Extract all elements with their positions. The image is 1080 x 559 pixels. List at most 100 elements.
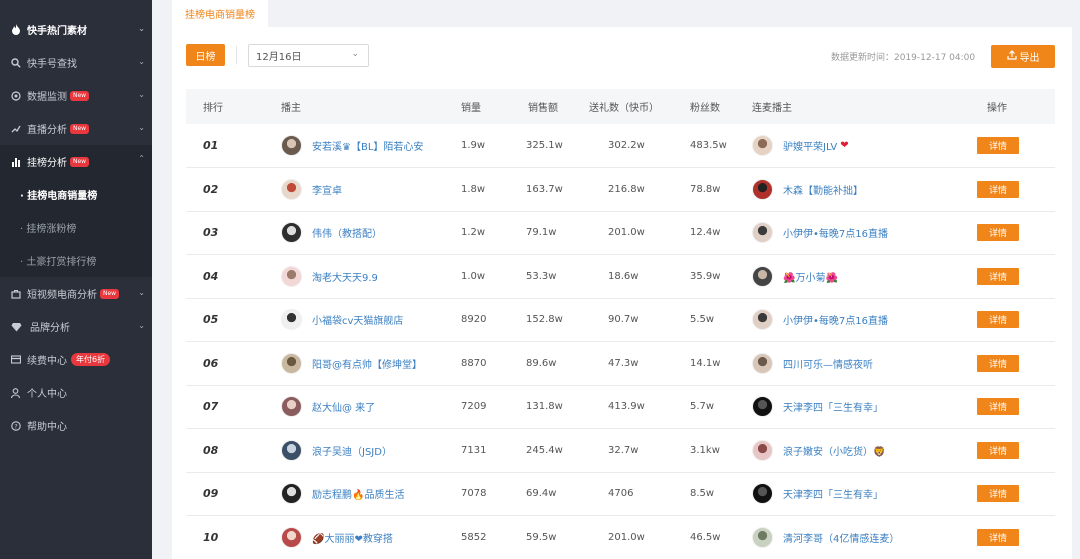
host-name-link[interactable]: 励志程鹏🔥品质生活 <box>312 486 404 501</box>
detail-button[interactable]: 详情 <box>977 354 1019 372</box>
trend-icon <box>10 123 22 135</box>
host-cell[interactable]: 励志程鹏🔥品质生活 <box>281 472 404 515</box>
sidebar-subitem-fans-rank[interactable]: · 挂榜涨粉榜 <box>0 211 152 244</box>
partner-name-link[interactable]: 木森【勤能补拙】 <box>783 182 863 197</box>
sidebar-item-profile[interactable]: 个人中心 <box>0 376 152 409</box>
fans-cell: 5.5w <box>690 314 715 325</box>
sidebar-item-label: 续费中心 <box>27 356 67 367</box>
monitor-icon <box>10 90 22 102</box>
avatar <box>281 439 302 461</box>
main-panel: 日榜 12月16日 ⌄ 数据更新时间：2019-12-17 04:00 导出 排… <box>172 27 1072 559</box>
detail-button[interactable]: 详情 <box>977 311 1019 328</box>
sidebar-subitem-sales-rank[interactable]: · 挂榜电商销量榜 <box>0 178 152 211</box>
host-name-link[interactable]: 伟伟（教搭配） <box>312 225 382 240</box>
host-name-link[interactable]: 淘老大天天9.9 <box>312 269 378 284</box>
header-action: 操作 <box>987 103 1007 114</box>
partner-cell[interactable]: 木森【勤能补拙】 <box>752 168 866 211</box>
host-cell[interactable]: 淘老大天天9.9 <box>281 255 378 298</box>
host-name-link[interactable]: 安若溪♛【BL】陌若心安 <box>312 138 423 153</box>
detail-button[interactable]: 详情 <box>977 441 1019 459</box>
fans-cell: 78.8w <box>690 183 721 195</box>
export-button[interactable]: 导出 <box>991 45 1055 68</box>
sidebar-subitem-tips-rank[interactable]: · 土豪打赏排行榜 <box>0 244 152 277</box>
detail-button[interactable]: 详情 <box>977 137 1019 154</box>
partner-name-link[interactable]: 小伊伊•每晚7点16直播 <box>783 225 888 240</box>
sidebar-item-brand[interactable]: 品牌分析 ⌄ <box>0 310 152 343</box>
host-name-link[interactable]: 阳哥@有点帅【修坤堂】 <box>312 356 422 371</box>
sales-cell: 1.2w <box>461 227 486 238</box>
sales-cell: 7078 <box>461 488 487 499</box>
host-cell[interactable]: 安若溪♛【BL】陌若心安 <box>281 124 423 167</box>
host-cell[interactable]: 小福袋cv天猫旗舰店 <box>281 298 403 341</box>
detail-button[interactable]: 详情 <box>977 180 1019 198</box>
partner-cell[interactable]: 清河李哥（4亿情感连麦） <box>752 516 902 559</box>
table-row: 08 浪子吴迪（JSJD） 7131 245.4w 32.7w 3.1kw 浪子嫩安（小吃货… <box>186 429 1055 473</box>
table-row: 01 安若溪♛【BL】陌若心安 1.9w 325.1w 302.2w 483.5w 驴嫂平荣… <box>186 124 1055 168</box>
detail-button[interactable]: 详情 <box>977 267 1019 285</box>
user-icon <box>10 387 22 399</box>
host-name-link[interactable]: 小福袋cv天猫旗舰店 <box>312 312 403 327</box>
avatar <box>752 135 773 156</box>
partner-cell[interactable]: 天津李四「三生有幸」 <box>752 385 886 428</box>
date-select[interactable]: 12月16日 ⌄ <box>248 44 369 67</box>
sidebar-item-label: 挂榜分析 <box>27 158 67 169</box>
sidebar-item-video-ecommerce[interactable]: 短视频电商分析 New ⌄ <box>0 277 152 310</box>
detail-button[interactable]: 详情 <box>977 224 1019 241</box>
detail-button[interactable]: 详情 <box>977 528 1019 546</box>
rank-cell: 04 <box>203 269 219 283</box>
host-name-link[interactable]: 李宣卓 <box>312 182 342 197</box>
gifts-cell: 90.7w <box>608 314 639 325</box>
sales-cell: 5852 <box>461 531 487 543</box>
partner-name-link[interactable]: 清河李哥（4亿情感连麦） <box>783 530 899 545</box>
partner-cell[interactable]: 四川可乐—情感夜听 <box>752 342 876 385</box>
host-cell[interactable]: 🏈大丽丽❤教穿搭 <box>281 516 393 559</box>
fans-cell: 8.5w <box>690 488 715 499</box>
host-name-link[interactable]: 赵大仙@ 来了 <box>312 399 375 414</box>
detail-button[interactable]: 详情 <box>977 485 1019 502</box>
sidebar-item-search[interactable]: 快手号查找 ⌄ <box>0 46 152 79</box>
rank-cell: 08 <box>203 443 219 457</box>
sidebar-item-label: 帮助中心 <box>27 422 67 433</box>
host-name-link[interactable]: 🏈大丽丽❤教穿搭 <box>312 530 393 545</box>
partner-name-link[interactable]: 四川可乐—情感夜听 <box>783 356 873 371</box>
partner-name-link[interactable]: 小伊伊•每晚7点16直播 <box>783 312 888 327</box>
partner-cell[interactable]: 浪子嫩安（小吃货）🦁 <box>752 429 888 472</box>
rank-cell: 06 <box>203 356 219 370</box>
partner-name-link[interactable]: 驴嫂平荣JLV <box>783 138 837 153</box>
partner-cell[interactable]: 驴嫂平荣JLV ❤ <box>752 124 849 167</box>
export-icon <box>1006 50 1017 63</box>
sidebar-item-renewal[interactable]: 续费中心 年付6折 <box>0 343 152 376</box>
host-cell[interactable]: 赵大仙@ 来了 <box>281 385 375 428</box>
detail-button[interactable]: 详情 <box>977 398 1019 415</box>
diamond-icon <box>10 321 22 333</box>
sales-cell: 1.8w <box>461 183 486 195</box>
tab-sales-rank[interactable]: 挂榜电商销量榜 <box>172 0 268 27</box>
sidebar-item-monitor[interactable]: 数据监测 New ⌄ <box>0 79 152 112</box>
revenue-cell: 152.8w <box>526 314 563 325</box>
sidebar-item-ranking[interactable]: 挂榜分析 New ⌃ <box>0 145 152 178</box>
partner-name-link[interactable]: 天津李四「三生有幸」 <box>783 399 883 414</box>
partner-cell[interactable]: 🌺万小菊🌺 <box>752 255 841 298</box>
host-cell[interactable]: 伟伟（教搭配） <box>281 211 382 254</box>
host-cell[interactable]: 浪子吴迪（JSJD） <box>281 429 392 472</box>
sidebar-item-hot-material[interactable]: 快手热门素材 ⌄ <box>0 13 152 46</box>
revenue-cell: 325.1w <box>526 140 563 151</box>
host-name-link[interactable]: 浪子吴迪（JSJD） <box>312 443 392 458</box>
action-cell: 详情 <box>977 124 1019 167</box>
partner-name-link[interactable]: 浪子嫩安（小吃货）🦁 <box>783 443 885 458</box>
sidebar-item-label: 品牌分析 <box>30 323 70 334</box>
sidebar-item-help[interactable]: ? 帮助中心 <box>0 409 152 442</box>
partner-cell[interactable]: 天津李四「三生有幸」 <box>752 472 886 515</box>
partner-name-link[interactable]: 🌺万小菊🌺 <box>783 269 838 284</box>
host-cell[interactable]: 李宣卓 <box>281 168 342 211</box>
host-cell[interactable]: 阳哥@有点帅【修坤堂】 <box>281 342 422 385</box>
daily-rank-button[interactable]: 日榜 <box>186 44 225 66</box>
partner-cell[interactable]: 小伊伊•每晚7点16直播 <box>752 211 891 254</box>
sidebar-item-live[interactable]: 直播分析 New ⌄ <box>0 112 152 145</box>
fans-cell: 35.9w <box>690 270 721 282</box>
divider <box>236 46 237 64</box>
rank-cell: 07 <box>203 400 219 413</box>
partner-name-link[interactable]: 天津李四「三生有幸」 <box>783 486 883 501</box>
rank-cell: 09 <box>203 487 219 500</box>
partner-cell[interactable]: 小伊伊•每晚7点16直播 <box>752 298 891 341</box>
